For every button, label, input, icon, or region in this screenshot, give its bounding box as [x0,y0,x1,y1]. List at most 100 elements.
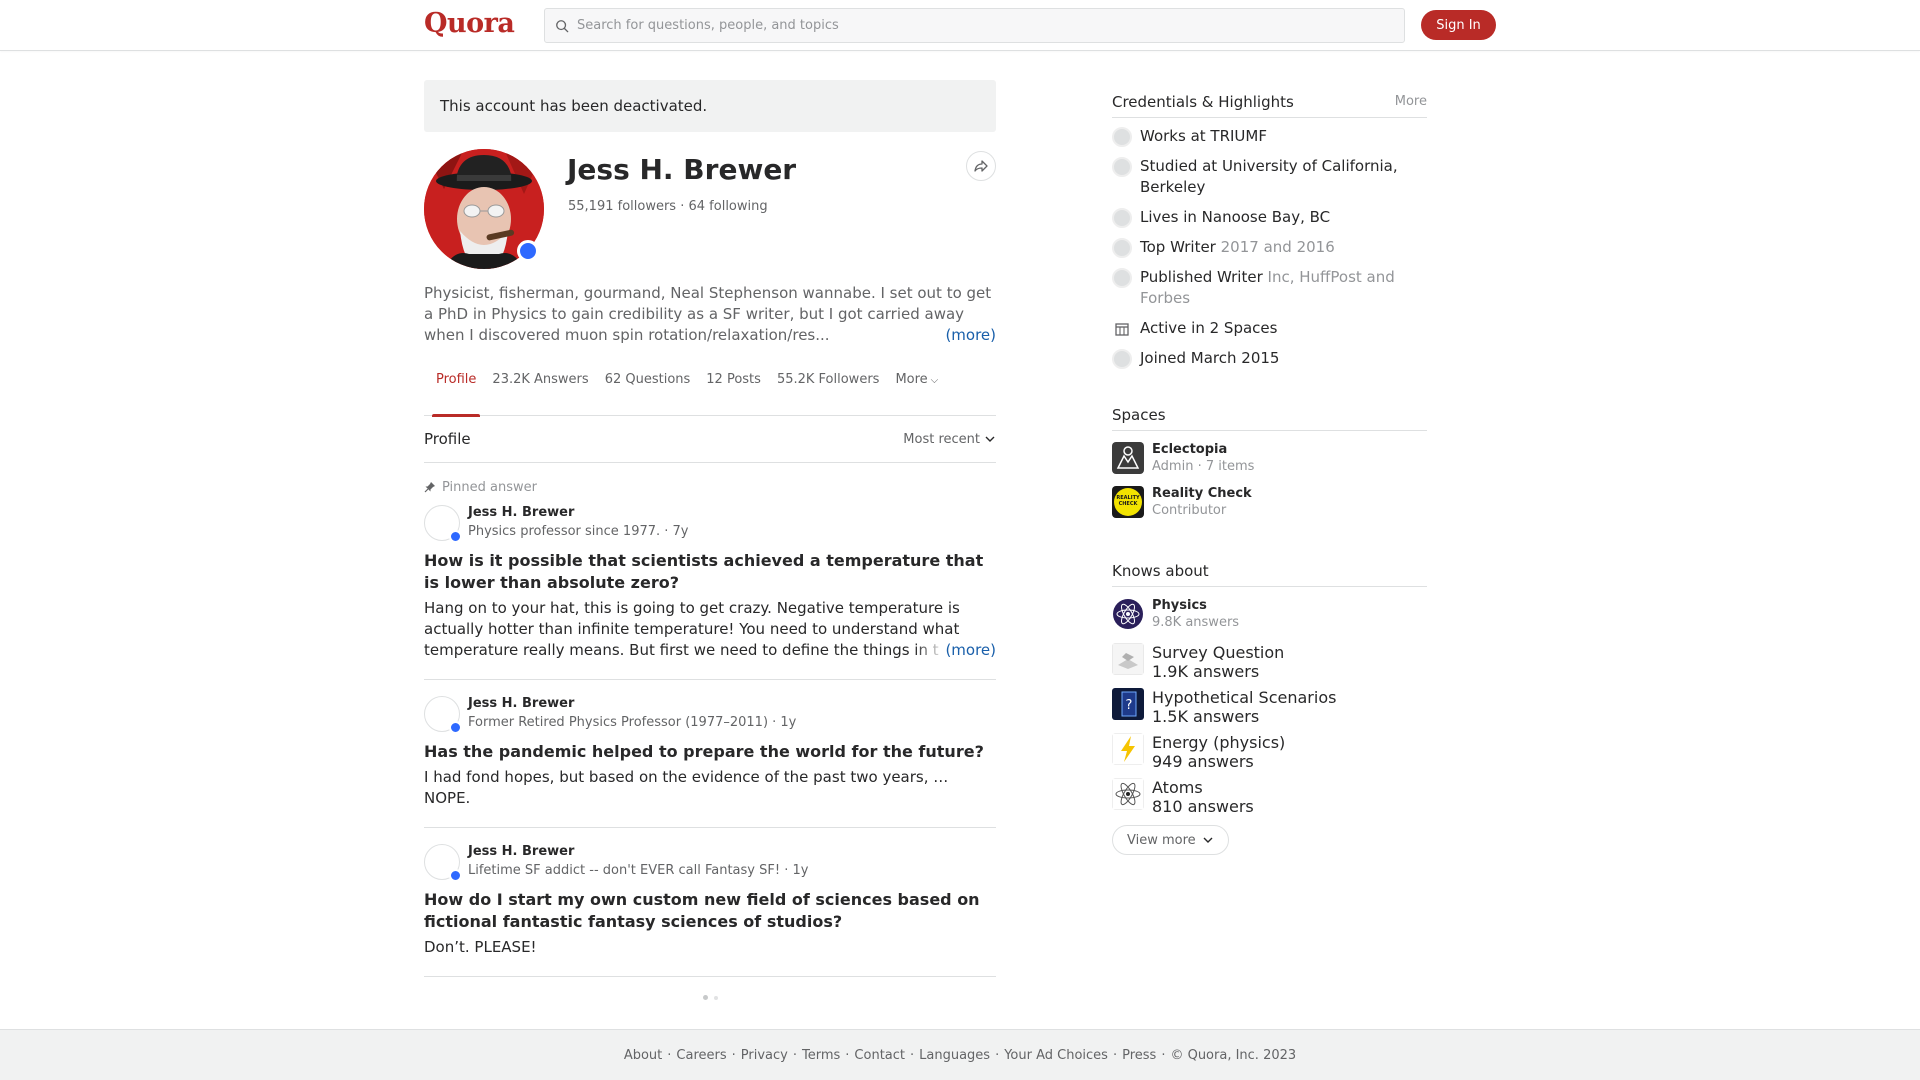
footer-link-careers[interactable]: Careers [676,1048,726,1063]
spaces-header: Spaces [1112,399,1427,431]
tab-profile[interactable]: Profile [428,362,484,417]
footer-sep: · [995,1047,1000,1063]
credentials-more-link[interactable]: More [1395,94,1427,109]
knows-about-section: Knows about Physics 9.8K answers Survey … [1112,555,1427,855]
pinned-indicator: Pinned answer [424,479,996,495]
profile-header: Jess H. Brewer 55,191 followers · 64 fol… [424,149,996,284]
loading-dot [702,995,708,1000]
answer-body[interactable]: Don’t. PLEASE! [424,937,996,958]
sort-label: Most recent [903,431,980,447]
profile-name: Jess H. Brewer [567,153,797,186]
topic-count: 1.9K answers [1152,662,1260,681]
footer-link-terms[interactable]: Terms [802,1048,840,1063]
tab-questions[interactable]: 62 Questions [597,362,699,416]
answer-more-link[interactable]: (more) [915,640,996,661]
bio-more-link[interactable]: (more) [915,325,996,346]
search-input[interactable] [577,18,1404,33]
search-bar[interactable] [544,8,1405,43]
credential-text[interactable]: Active in 2 Spaces [1140,318,1277,339]
space-item[interactable]: REALITY CHECK Reality Check Contributor [1112,486,1427,530]
topic-count: 9.8K answers [1152,615,1240,630]
credentials-title: Credentials & Highlights [1112,92,1294,111]
footer-link-languages[interactable]: Languages [919,1048,990,1063]
footer-sep: · [1161,1047,1166,1063]
topic-name: Energy (physics) [1152,733,1286,752]
footer: About · Careers · Privacy · Terms · Contact ·… [0,1029,1920,1080]
credential-item: Joined March 2015 [1112,348,1427,369]
footer-link-press[interactable]: Press [1122,1048,1156,1063]
tab-answers[interactable]: 23.2K Answers [484,362,596,416]
footer-link-ad-choices[interactable]: Your Ad Choices [1004,1048,1108,1063]
answer-body[interactable]: I had fond hopes, but based on the evide… [424,767,996,809]
author-name[interactable]: Jess H. Brewer [468,505,574,520]
topic-item[interactable]: Physics 9.8K answers [1112,598,1427,643]
footer-link-contact[interactable]: Contact [854,1048,905,1063]
credential-item: Lives in Nanoose Bay, BC [1112,207,1427,228]
topic-count: 949 answers [1152,752,1254,771]
topic-item[interactable]: Energy (physics) 949 answers [1112,733,1427,778]
sign-in-button[interactable]: Sign In [1421,10,1496,40]
credential-text: Works at TRIUMF [1140,127,1267,145]
footer-link-about[interactable]: About [624,1048,662,1063]
reality-check-logo-text: REALITY CHECK [1116,495,1140,507]
answer-item: Pinned answer Jess H. Brewer Physics pro… [424,479,996,680]
topic-item[interactable]: ? Hypothetical Scenarios 1.5K answers [1112,688,1427,733]
published-writer-icon [1112,268,1132,288]
credential-text: Lives in Nanoose Bay, BC [1140,208,1331,226]
deactivated-notice: This account has been deactivated. [424,80,996,132]
question-title[interactable]: How do I start my own custom new field o… [424,889,996,933]
credential-item: Active in 2 Spaces [1112,318,1427,339]
topic-name: Survey Question [1152,643,1285,662]
answer-body[interactable]: Hang on to your hat, this is going to ge… [424,598,996,661]
topic-count: 1.5K answers [1152,707,1260,726]
credential-item: Published Writer Inc, HuffPost and Forbe… [1112,267,1427,309]
footer-sep: · [731,1047,736,1063]
tab-posts[interactable]: 12 Posts [698,362,769,416]
question-title[interactable]: How is it possible that scientists achie… [424,550,996,594]
following-count[interactable]: 64 following [689,199,768,214]
work-icon [1112,127,1132,147]
author-name[interactable]: Jess H. Brewer [468,696,574,711]
search-icon [556,19,569,32]
pin-icon [424,482,435,493]
pinned-label: Pinned answer [442,479,537,495]
tab-more[interactable]: More ⌵ [887,362,946,416]
chevron-down-icon [985,436,995,442]
footer-copyright: © Quora, Inc. 2023 [1170,1047,1297,1063]
followers-count[interactable]: 55,191 followers [568,199,676,214]
quora-logo[interactable]: Quora [424,8,515,39]
knows-about-header: Knows about [1112,555,1427,587]
survey-question-icon [1112,643,1144,675]
spaces-icon [1112,319,1132,339]
space-item[interactable]: Eclectopia Admin · 7 items [1112,442,1427,486]
question-title[interactable]: Has the pandemic helped to prepare the w… [424,741,996,763]
credential-text: Studied at University of California, Ber… [1140,157,1398,196]
feed-header: Profile Most recent [424,416,996,463]
topic-item[interactable]: Atoms 810 answers [1112,778,1427,823]
footer-link-privacy[interactable]: Privacy [741,1048,788,1063]
tab-followers[interactable]: 55.2K Followers [769,362,888,416]
profile-stats: 55,191 followers · 64 following [568,199,768,214]
verified-badge [517,240,539,262]
sort-dropdown[interactable]: Most recent [903,432,996,447]
topics-list: Physics 9.8K answers Survey Question 1.9… [1112,598,1427,823]
credential-text: Published Writer [1140,268,1263,286]
view-more-label: View more [1127,832,1196,848]
view-more-button[interactable]: View more [1112,825,1229,855]
bio-text: Physicist, fisherman, gourmand, Neal Ste… [424,284,992,344]
eclectopia-icon [1112,442,1144,474]
svg-text:?: ? [1126,698,1133,713]
author-credential: Lifetime SF addict -- don't EVER call Fa… [468,863,809,878]
chevron-down-icon [1203,837,1213,843]
author-name[interactable]: Jess H. Brewer [468,844,574,859]
chevron-down-icon: ⌵ [930,375,939,386]
space-role: Contributor [1152,503,1227,518]
feed-section-title: Profile [424,430,471,448]
location-icon [1112,208,1132,228]
verified-badge [449,721,462,734]
space-name: Reality Check [1152,486,1252,501]
share-button[interactable] [966,151,996,181]
footer-sep: · [1112,1047,1118,1063]
topic-name: Hypothetical Scenarios [1152,688,1337,707]
topic-item[interactable]: Survey Question 1.9K answers [1112,643,1427,688]
